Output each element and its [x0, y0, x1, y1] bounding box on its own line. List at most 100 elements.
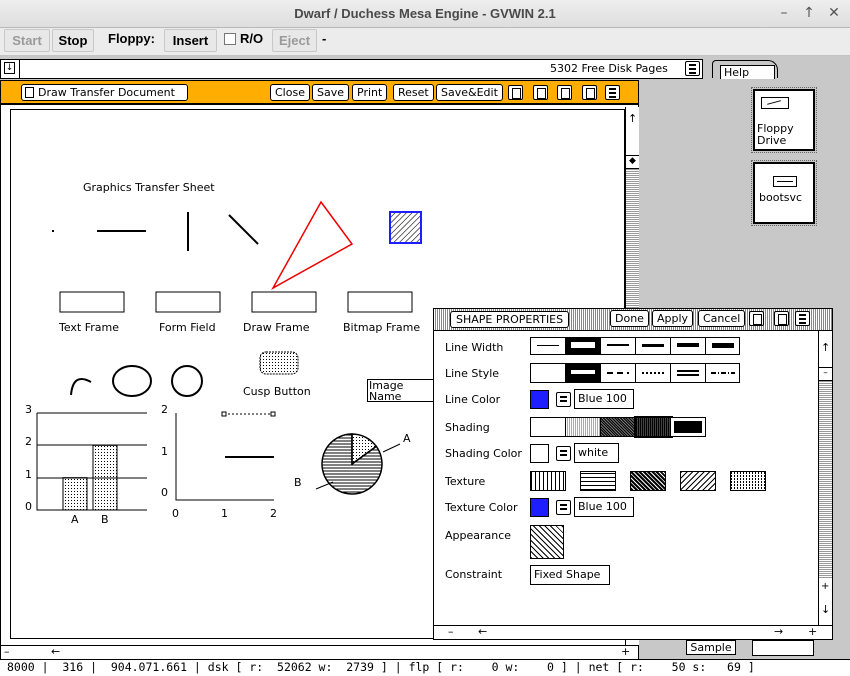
dialog-copy-icon[interactable]	[749, 311, 764, 326]
line-color-field[interactable]: Blue 100	[574, 389, 634, 409]
shading-color-menu-icon[interactable]	[556, 446, 571, 461]
dialog-vertical-scrollbar[interactable]: ↑ – + ↓	[818, 331, 832, 625]
cusp-button-label: Cusp Button	[243, 385, 311, 398]
image-name-frame[interactable]: Image Name	[367, 379, 437, 402]
dialog-scroll-down-icon[interactable]: ↓	[821, 603, 830, 616]
line-width-selector[interactable]	[530, 337, 740, 355]
image-name-label: Image Name	[369, 379, 404, 402]
document-menu-icon[interactable]	[605, 85, 620, 100]
save-button[interactable]: Save	[312, 84, 350, 101]
draw-frame-shape	[251, 291, 317, 313]
close-icon[interactable]: ✕	[825, 5, 843, 21]
cusp-button-shape	[259, 351, 299, 375]
done-button[interactable]: Done	[610, 310, 649, 327]
dialog-scroll-right-icon[interactable]: →	[774, 625, 783, 638]
dialog-scroll-left-icon[interactable]: ←	[478, 625, 487, 638]
clipboard-icon[interactable]	[582, 85, 597, 100]
shading-color-field[interactable]: white	[574, 443, 619, 463]
bitmap-frame-label: Bitmap Frame	[343, 321, 421, 334]
shading-option[interactable]	[671, 418, 705, 436]
line-color-swatch[interactable]	[530, 390, 549, 409]
dialog-scroll-plus-icon[interactable]: +	[821, 581, 829, 592]
top-info-bar: ↓ 5302 Free Disk Pages	[0, 59, 703, 79]
ro-checkbox[interactable]	[224, 33, 236, 45]
line-style-selector[interactable]	[530, 363, 740, 383]
close-button[interactable]: Close	[270, 84, 310, 101]
text-frame-label: Text Frame	[59, 321, 120, 334]
scroll-up-arrow-icon[interactable]: ↑	[628, 112, 637, 125]
download-icon[interactable]: ↓	[1, 60, 20, 78]
start-button[interactable]: Start	[4, 29, 50, 52]
dialog-hscroll-plus-icon[interactable]: +	[808, 625, 817, 638]
dialog-clipboard-icon[interactable]	[774, 311, 789, 326]
dialog-scroll-minus-icon[interactable]: –	[819, 367, 832, 381]
texture-horizontal-option[interactable]	[580, 471, 616, 491]
bitmap-frame-shape	[347, 291, 413, 313]
text-page-icon[interactable]	[533, 85, 548, 100]
toolbar: Start Stop Floppy: Insert R/O Eject -	[0, 28, 850, 56]
texture-color-swatch[interactable]	[530, 498, 549, 517]
shading-option[interactable]	[601, 418, 636, 436]
shading-option[interactable]	[531, 418, 566, 436]
line-ytick-2: 2	[161, 403, 168, 416]
line-width-option[interactable]	[706, 338, 740, 354]
draw-frame-label: Draw Frame	[243, 321, 310, 334]
line-width-option[interactable]	[601, 338, 636, 354]
line-style-option-selected[interactable]	[566, 364, 601, 382]
scroll-left-arrow-icon[interactable]: ←	[51, 645, 60, 658]
floppy-drive-icon[interactable]: Floppy Drive	[751, 87, 817, 153]
reset-button[interactable]: Reset	[393, 84, 434, 101]
texture-label: Texture	[445, 475, 486, 488]
bar-xtick-b: B	[101, 513, 109, 526]
texture-grid-option[interactable]	[730, 471, 766, 491]
copy-icon[interactable]	[557, 85, 572, 100]
line-style-option[interactable]	[601, 364, 636, 382]
texture-diagonal-option[interactable]	[680, 471, 716, 491]
help-tab[interactable]: Help	[712, 60, 778, 79]
texture-color-field[interactable]: Blue 100	[574, 497, 634, 517]
shading-option[interactable]	[566, 418, 601, 436]
maximize-icon[interactable]: ↑	[800, 5, 818, 21]
save-edit-button[interactable]: Save&Edit	[436, 84, 503, 101]
line-width-option[interactable]	[671, 338, 706, 354]
line-style-option[interactable]	[706, 364, 740, 382]
menu-icon[interactable]	[685, 61, 700, 76]
stop-button[interactable]: Stop	[52, 29, 94, 52]
texture-color-menu-icon[interactable]	[556, 500, 571, 515]
line-width-option[interactable]	[636, 338, 671, 354]
line-style-label: Line Style	[445, 367, 500, 380]
line-style-option[interactable]	[671, 364, 706, 382]
line-xtick-0: 0	[172, 507, 179, 520]
apply-button[interactable]: Apply	[652, 310, 694, 327]
dialog-horizontal-scrollbar[interactable]: – ← → +	[434, 625, 832, 639]
line-style-option[interactable]	[531, 364, 566, 382]
insert-button[interactable]: Insert	[164, 29, 217, 52]
dialog-scroll-track[interactable]	[819, 381, 832, 579]
dialog-scroll-up-icon[interactable]: ↑	[821, 341, 830, 354]
scroll-minus-icon[interactable]: –	[4, 645, 10, 658]
dialog-menu-icon[interactable]	[795, 311, 810, 326]
line-width-option-selected[interactable]	[566, 338, 601, 354]
scroll-thumb-icon[interactable]: ◆	[626, 155, 639, 169]
document-horizontal-scrollbar[interactable]: – ← +	[1, 645, 638, 659]
line-width-option[interactable]	[531, 338, 566, 354]
eject-button[interactable]: Eject	[272, 29, 317, 52]
minimize-icon[interactable]: –	[775, 5, 793, 21]
line-color-menu-icon[interactable]	[556, 392, 571, 407]
ro-label: R/O	[240, 31, 264, 46]
document-title[interactable]: Draw Transfer Document	[21, 84, 188, 101]
shading-color-swatch[interactable]	[530, 444, 549, 463]
bootsvc-icon[interactable]: bootsvc	[751, 160, 817, 226]
texture-vertical-option[interactable]	[530, 471, 566, 491]
shading-selector[interactable]	[530, 416, 706, 438]
cancel-button[interactable]: Cancel	[698, 310, 746, 327]
print-button[interactable]: Print	[352, 84, 388, 101]
document-title-bar: Draw Transfer Document Close Save Print …	[1, 81, 638, 105]
constraint-field[interactable]: Fixed Shape	[530, 565, 610, 585]
dialog-hscroll-minus-icon[interactable]: –	[448, 625, 454, 638]
texture-dense-diagonal-option[interactable]	[630, 471, 666, 491]
shading-option-selected[interactable]	[634, 416, 673, 438]
scroll-plus-icon[interactable]: +	[621, 645, 630, 658]
line-style-option[interactable]	[636, 364, 671, 382]
page-icon[interactable]	[508, 85, 523, 100]
